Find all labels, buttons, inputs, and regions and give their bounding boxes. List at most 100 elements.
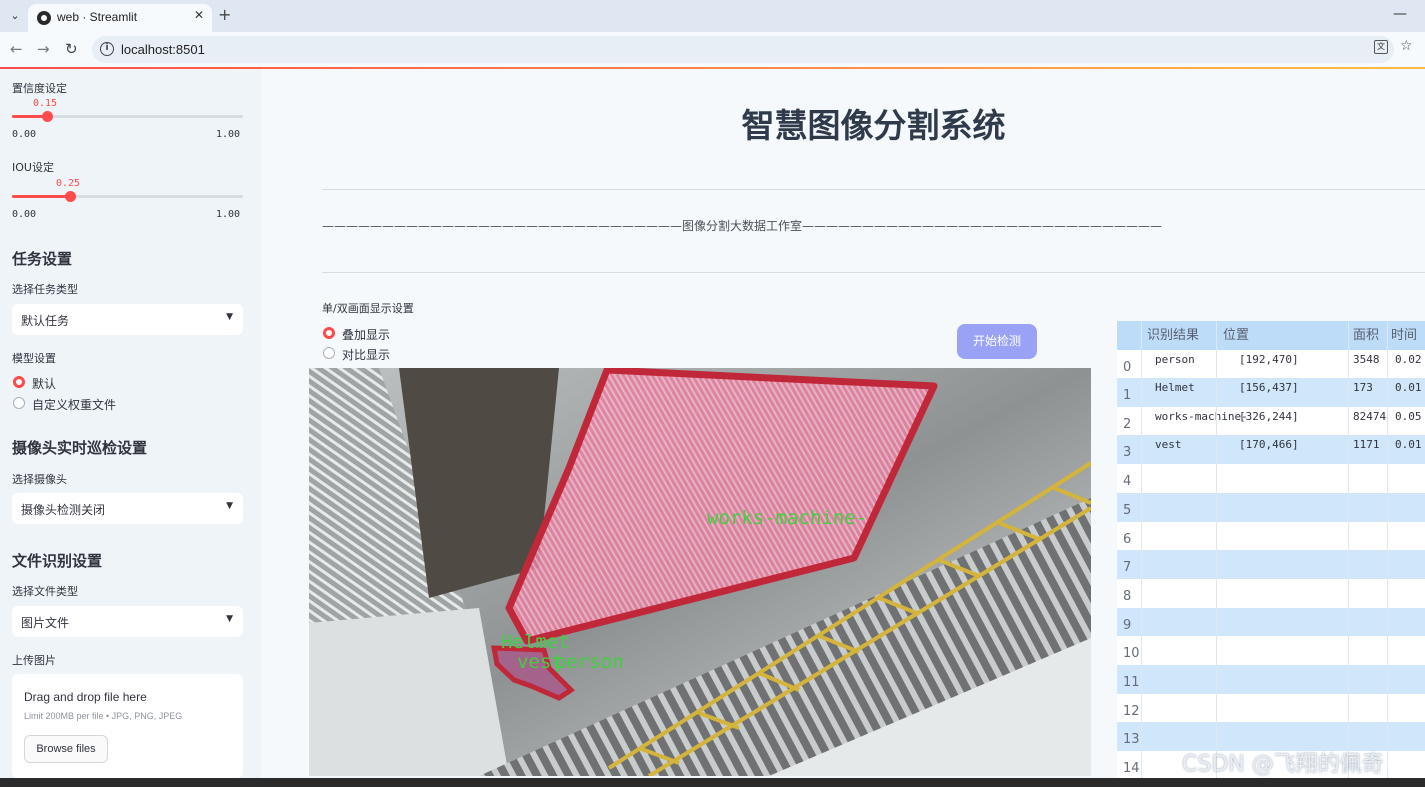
start-detection-button[interactable]: 开始检测 — [957, 324, 1037, 359]
upload-limit-text: Limit 200MB per file • JPG, PNG, JPEG — [24, 711, 183, 721]
model-label: 模型设置 — [12, 352, 56, 365]
table-cell-position: [156,437] — [1239, 381, 1299, 394]
table-row[interactable]: 8 — [1117, 579, 1425, 608]
table-cell-position: [326,244] — [1239, 410, 1299, 423]
table-row[interactable]: 4 — [1117, 464, 1425, 493]
table-cell-index: 3 — [1123, 445, 1132, 460]
taskbar-strip — [0, 778, 1425, 787]
browser-tab[interactable]: web · Streamlit ✕ — [28, 4, 212, 32]
upload-drag-text: Drag and drop file here — [24, 690, 147, 704]
browse-files-button[interactable]: Browse files — [24, 735, 108, 763]
table-cell-index: 10 — [1123, 646, 1140, 661]
table-row[interactable]: 12 — [1117, 694, 1425, 723]
iou-max: 1.00 — [216, 209, 241, 220]
camera-label: 选择摄像头 — [12, 473, 67, 486]
segmentation-result-image: works-machine- Helmet vest person — [309, 368, 1091, 776]
table-cell-time: 0.01 — [1395, 438, 1422, 451]
file-uploader-dropzone[interactable]: Drag and drop file here Limit 200MB per … — [12, 674, 243, 778]
url-text: localhost:8501 — [121, 42, 205, 57]
file-type-value: 图片文件 — [21, 616, 70, 630]
display-radio-compare[interactable] — [323, 347, 335, 359]
upload-label: 上传图片 — [12, 654, 56, 667]
page-title: 智慧图像分割系统 — [741, 106, 1006, 145]
iou-slider-thumb[interactable] — [65, 191, 76, 202]
browser-tab-bar: ⌄ web · Streamlit ✕ + — — [0, 0, 1425, 32]
sidebar: 置信度设定 0.15 0.00 1.00 IOU设定 0.25 0.00 1.0… — [0, 69, 261, 778]
results-table[interactable]: 识别结果 位置 面积 时间 0 person [192,470] 3548 0.02 1 Helme… — [1117, 321, 1425, 778]
table-cell-area: 1171 — [1353, 438, 1380, 451]
file-type-select[interactable]: 图片文件 ▼ — [12, 606, 243, 637]
table-row[interactable]: 6 — [1117, 522, 1425, 551]
model-radio-default[interactable] — [13, 376, 25, 388]
tab-title: web · Streamlit — [57, 10, 138, 24]
model-option-custom[interactable]: 自定义权重文件 — [32, 396, 116, 413]
iou-slider[interactable] — [12, 191, 243, 202]
table-cell-index: 7 — [1123, 560, 1132, 575]
iou-label: IOU设定 — [12, 161, 54, 174]
confidence-slider-thumb[interactable] — [42, 111, 53, 122]
minimize-window-icon[interactable]: — — [1393, 6, 1407, 22]
chevron-down-icon: ▼ — [226, 501, 233, 511]
camera-select[interactable]: 摄像头检测关闭 ▼ — [12, 493, 243, 524]
table-column-separator — [1216, 321, 1217, 778]
url-field[interactable]: i localhost:8501 — [92, 36, 1394, 63]
table-row[interactable]: 9 — [1117, 608, 1425, 637]
forward-icon[interactable]: → — [37, 40, 50, 58]
back-icon[interactable]: ← — [10, 40, 23, 58]
new-tab-icon[interactable]: + — [218, 5, 231, 24]
chevron-down-icon: ▼ — [226, 614, 233, 624]
translate-icon[interactable]: 文 — [1374, 40, 1388, 54]
table-cell-result: works-machine- — [1155, 410, 1248, 423]
camera-heading: 摄像头实时巡检设置 — [12, 439, 148, 457]
site-info-icon[interactable]: i — [100, 42, 114, 56]
label-helmet: Helmet — [501, 631, 570, 653]
task-heading: 任务设置 — [12, 250, 73, 268]
window-light — [309, 608, 509, 776]
streamlit-favicon-icon — [37, 11, 51, 25]
table-row[interactable]: 11 — [1117, 665, 1425, 694]
file-type-label: 选择文件类型 — [12, 585, 78, 598]
table-column-separator — [1387, 321, 1388, 778]
table-row[interactable]: 7 — [1117, 550, 1425, 579]
table-row[interactable]: 5 — [1117, 493, 1425, 522]
iou-slider-fill — [12, 195, 70, 198]
confidence-min: 0.00 — [12, 129, 37, 140]
close-tab-icon[interactable]: ✕ — [194, 8, 204, 22]
table-row[interactable]: 3 vest [170,466] 1171 0.01 — [1117, 435, 1425, 464]
chevron-down-icon: ▼ — [226, 312, 233, 322]
table-cell-index: 8 — [1123, 589, 1132, 604]
file-heading: 文件识别设置 — [12, 552, 103, 570]
model-radio-custom[interactable] — [13, 397, 25, 409]
table-cell-time: 0.01 — [1395, 381, 1422, 394]
table-row[interactable]: 10 — [1117, 636, 1425, 665]
iou-value: 0.25 — [56, 178, 81, 189]
table-column-separator — [1348, 321, 1349, 778]
table-cell-result: vest — [1155, 438, 1182, 451]
task-type-select[interactable]: 默认任务 ▼ — [12, 304, 243, 335]
display-option-overlay[interactable]: 叠加显示 — [342, 326, 390, 343]
table-cell-position: [192,470] — [1239, 353, 1299, 366]
camera-value: 摄像头检测关闭 — [21, 503, 106, 517]
display-radio-overlay[interactable] — [323, 327, 335, 339]
display-mode-label: 单/双画面显示设置 — [322, 302, 414, 315]
iou-min: 0.00 — [12, 209, 37, 220]
confidence-slider[interactable] — [12, 111, 243, 122]
table-cell-time: 0.05 — [1395, 410, 1422, 423]
main-content: 智慧图像分割系统 ——————————————————————————————图… — [261, 69, 1425, 778]
divider — [322, 272, 1425, 273]
result-image-svg: works-machine- Helmet vest person — [309, 368, 1091, 776]
model-option-default[interactable]: 默认 — [32, 375, 56, 392]
table-cell-index: 1 — [1123, 388, 1132, 403]
table-cell-position: [170,466] — [1239, 438, 1299, 451]
studio-subtitle: ——————————————————————————————图像分割大数据工作室… — [322, 219, 1163, 233]
tab-list-icon[interactable]: ⌄ — [6, 7, 24, 25]
address-bar: ← → ↻ i localhost:8501 — [0, 32, 1425, 67]
table-cell-result: Helmet — [1155, 381, 1195, 394]
display-option-compare[interactable]: 对比显示 — [342, 346, 390, 363]
reload-icon[interactable]: ↻ — [65, 40, 78, 58]
label-works-machine: works-machine- — [707, 507, 867, 529]
csdn-watermark: CSDN @飞翔的佩奇 — [1182, 752, 1384, 777]
table-cell-time: 0.02 — [1395, 353, 1422, 366]
task-type-value: 默认任务 — [21, 314, 70, 328]
bookmark-star-icon[interactable]: ☆ — [1400, 38, 1413, 54]
